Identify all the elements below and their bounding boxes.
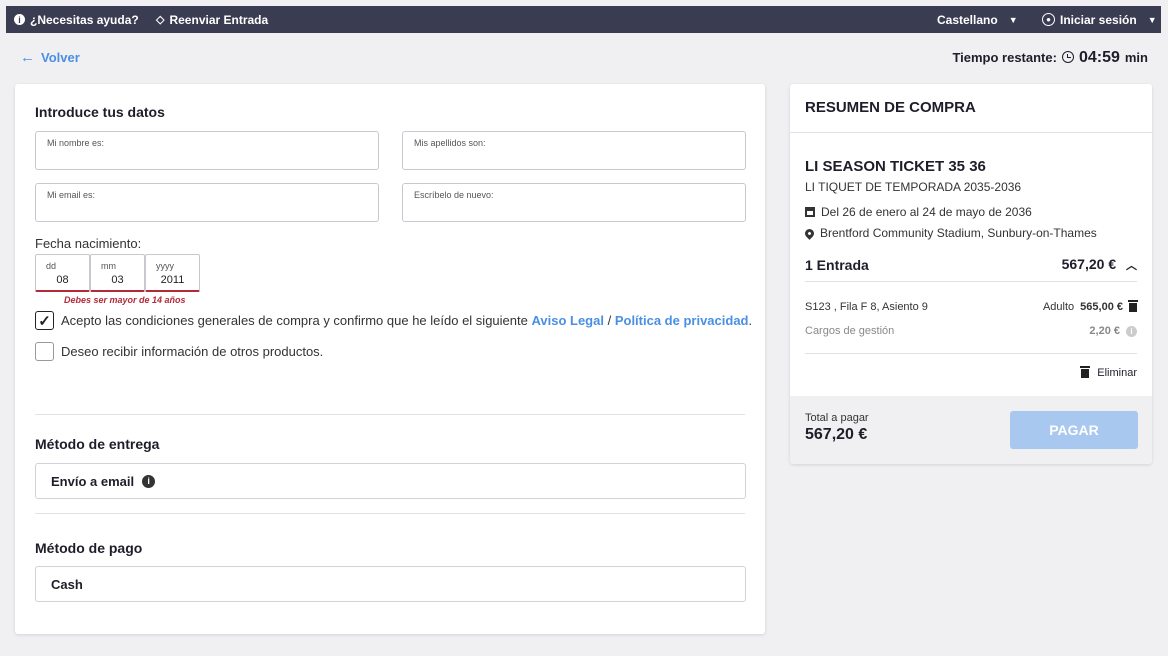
seat-type: Adulto	[1042, 301, 1075, 313]
info-icon[interactable]: i	[1126, 325, 1137, 337]
fees-value: 2,20 €	[1089, 325, 1120, 337]
first-name-label: Mi nombre es:	[47, 138, 105, 148]
chevron-down-icon: ▼	[1147, 14, 1157, 25]
remove-link[interactable]: Eliminar	[805, 365, 1137, 379]
divider	[805, 281, 1137, 282]
chevron-up-icon[interactable]: ︿	[1126, 260, 1137, 272]
newsletter-label: Deseo recibir información de otros produ…	[61, 344, 324, 359]
trash-icon	[1080, 365, 1091, 378]
login-label: Iniciar sesión	[1060, 12, 1137, 27]
divider	[805, 353, 1137, 354]
dob-year-value: 2011	[160, 274, 185, 286]
timer-value: 04:59	[1078, 49, 1120, 66]
info-icon: i	[14, 14, 25, 25]
seat-row: S123 , Fila F 8, Asiento 9 Adulto 565,00…	[805, 299, 1138, 313]
purchase-summary-card: RESUMEN DE COMPRA LI SEASON TICKET 35 36…	[790, 84, 1152, 464]
payment-option[interactable]: Cash	[35, 566, 746, 602]
fees-value-wrap: 2,20 € i	[1089, 325, 1137, 337]
payment-option-label: Cash	[51, 576, 83, 592]
payment-title: Método de pago	[35, 540, 143, 556]
event-title: LI SEASON TICKET 35 36	[805, 158, 986, 175]
language-label: Castellano	[937, 12, 998, 27]
fees-label: Cargos de gestión	[805, 325, 895, 337]
user-icon: ●	[1042, 13, 1055, 26]
event-dates-text: Del 26 de enero al 24 de mayo de 2036	[821, 205, 1032, 219]
timer-unit: min	[1124, 50, 1148, 65]
terms-end: .	[748, 313, 753, 328]
event-venue: Brentford Community Stadium, Sunbury-on-…	[803, 226, 1097, 240]
terms-label: Acepto las condiciones generales de comp…	[61, 313, 528, 328]
email-field[interactable]: Mi email es:	[35, 183, 379, 222]
timer-label: Tiempo restante:	[952, 50, 1057, 65]
newsletter-checkbox[interactable]	[35, 342, 54, 361]
delivery-title: Método de entrega	[35, 436, 160, 452]
map-pin-icon	[803, 226, 816, 240]
tickets-total: 567,20 €	[1061, 256, 1117, 272]
terms-row: ✓ Acepto las condiciones generales de co…	[35, 311, 752, 330]
dob-month-label: mm	[101, 261, 116, 271]
tag-icon: ◇	[156, 14, 165, 26]
form-title: Introduce tus datos	[35, 104, 165, 120]
newsletter-row: Deseo recibir información de otros produ…	[35, 342, 323, 361]
event-subtitle: LI TIQUET DE TEMPORADA 2035-2036	[805, 180, 1022, 194]
dob-year-label: yyyy	[156, 261, 174, 271]
terms-text: Acepto las condiciones generales de comp…	[61, 313, 752, 328]
calendar-icon	[805, 207, 815, 217]
chevron-down-icon: ▼	[1008, 14, 1018, 25]
fees-row: Cargos de gestión 2,20 € i	[805, 325, 1137, 337]
privacy-policy-link[interactable]: Política de privacidad	[615, 313, 749, 328]
dob-year-input[interactable]: yyyy 2011	[145, 254, 200, 292]
total-label: Total a pagar	[805, 412, 869, 424]
last-name-field[interactable]: Mis apellidos son:	[402, 131, 746, 170]
terms-separator: /	[607, 313, 612, 328]
tickets-row[interactable]: 1 Entrada 567,20 € ︿	[805, 256, 1137, 273]
tickets-total-wrap: 567,20 € ︿	[1062, 256, 1137, 273]
resend-ticket-link[interactable]: ◇ Reenviar Entrada	[156, 6, 268, 33]
clock-icon	[1061, 51, 1074, 63]
resend-label: Reenviar Entrada	[169, 12, 269, 27]
trash-icon[interactable]	[1128, 299, 1138, 312]
legal-notice-link[interactable]: Aviso Legal	[531, 313, 603, 328]
event-dates: Del 26 de enero al 24 de mayo de 2036	[805, 205, 1032, 219]
email-confirm-field[interactable]: Escríbelo de nuevo:	[402, 183, 746, 222]
tickets-count: 1 Entrada	[805, 256, 869, 273]
dob-day-label: dd	[46, 261, 57, 271]
dob-month-value: 03	[111, 274, 124, 286]
top-bar: i ¿Necesitas ayuda? ◇ Reenviar Entrada C…	[6, 6, 1161, 33]
language-selector[interactable]: Castellano ▼	[937, 6, 1018, 33]
email-label: Mi email es:	[47, 190, 96, 200]
back-label: Volver	[41, 50, 80, 65]
dob-error-message: Debes ser mayor de 14 años	[64, 295, 186, 305]
seat-price-wrap: Adulto 565,00 €	[1042, 299, 1138, 313]
email-confirm-label: Escríbelo de nuevo:	[414, 190, 494, 200]
help-link[interactable]: i ¿Necesitas ayuda?	[14, 6, 139, 33]
dob-label: Fecha nacimiento:	[35, 236, 142, 251]
seat-price: 565,00 €	[1080, 301, 1123, 313]
terms-checkbox[interactable]: ✓	[35, 311, 54, 330]
dob-day-value: 08	[56, 274, 69, 286]
total-value: 567,20 €	[805, 426, 868, 443]
pay-button[interactable]: PAGAR	[1010, 411, 1138, 449]
delivery-option-label: Envío a email	[51, 473, 135, 489]
dob-month-input[interactable]: mm 03	[90, 254, 145, 292]
arrow-left-icon: ←	[20, 49, 35, 66]
divider	[35, 414, 745, 415]
last-name-label: Mis apellidos son:	[414, 138, 486, 148]
info-icon[interactable]: i	[142, 474, 156, 488]
seat-info: S123 , Fila F 8, Asiento 9	[805, 301, 928, 313]
countdown-timer: Tiempo restante: 04:59 min	[952, 49, 1148, 67]
event-venue-text: Brentford Community Stadium, Sunbury-on-…	[820, 226, 1097, 240]
dob-day-input[interactable]: dd 08	[35, 254, 90, 292]
back-link[interactable]: ← Volver	[20, 49, 80, 66]
first-name-field[interactable]: Mi nombre es:	[35, 131, 379, 170]
delivery-option[interactable]: Envío a email i	[35, 463, 746, 499]
summary-footer: Total a pagar 567,20 € PAGAR	[790, 396, 1152, 464]
summary-header: RESUMEN DE COMPRA	[790, 84, 1152, 133]
divider	[35, 513, 745, 514]
login-button[interactable]: ● Iniciar sesión ▼	[1042, 6, 1157, 33]
help-label: ¿Necesitas ayuda?	[30, 12, 139, 27]
checkout-form-card: Introduce tus datos Mi nombre es: Mis ap…	[15, 84, 765, 634]
remove-label: Eliminar	[1097, 367, 1137, 379]
